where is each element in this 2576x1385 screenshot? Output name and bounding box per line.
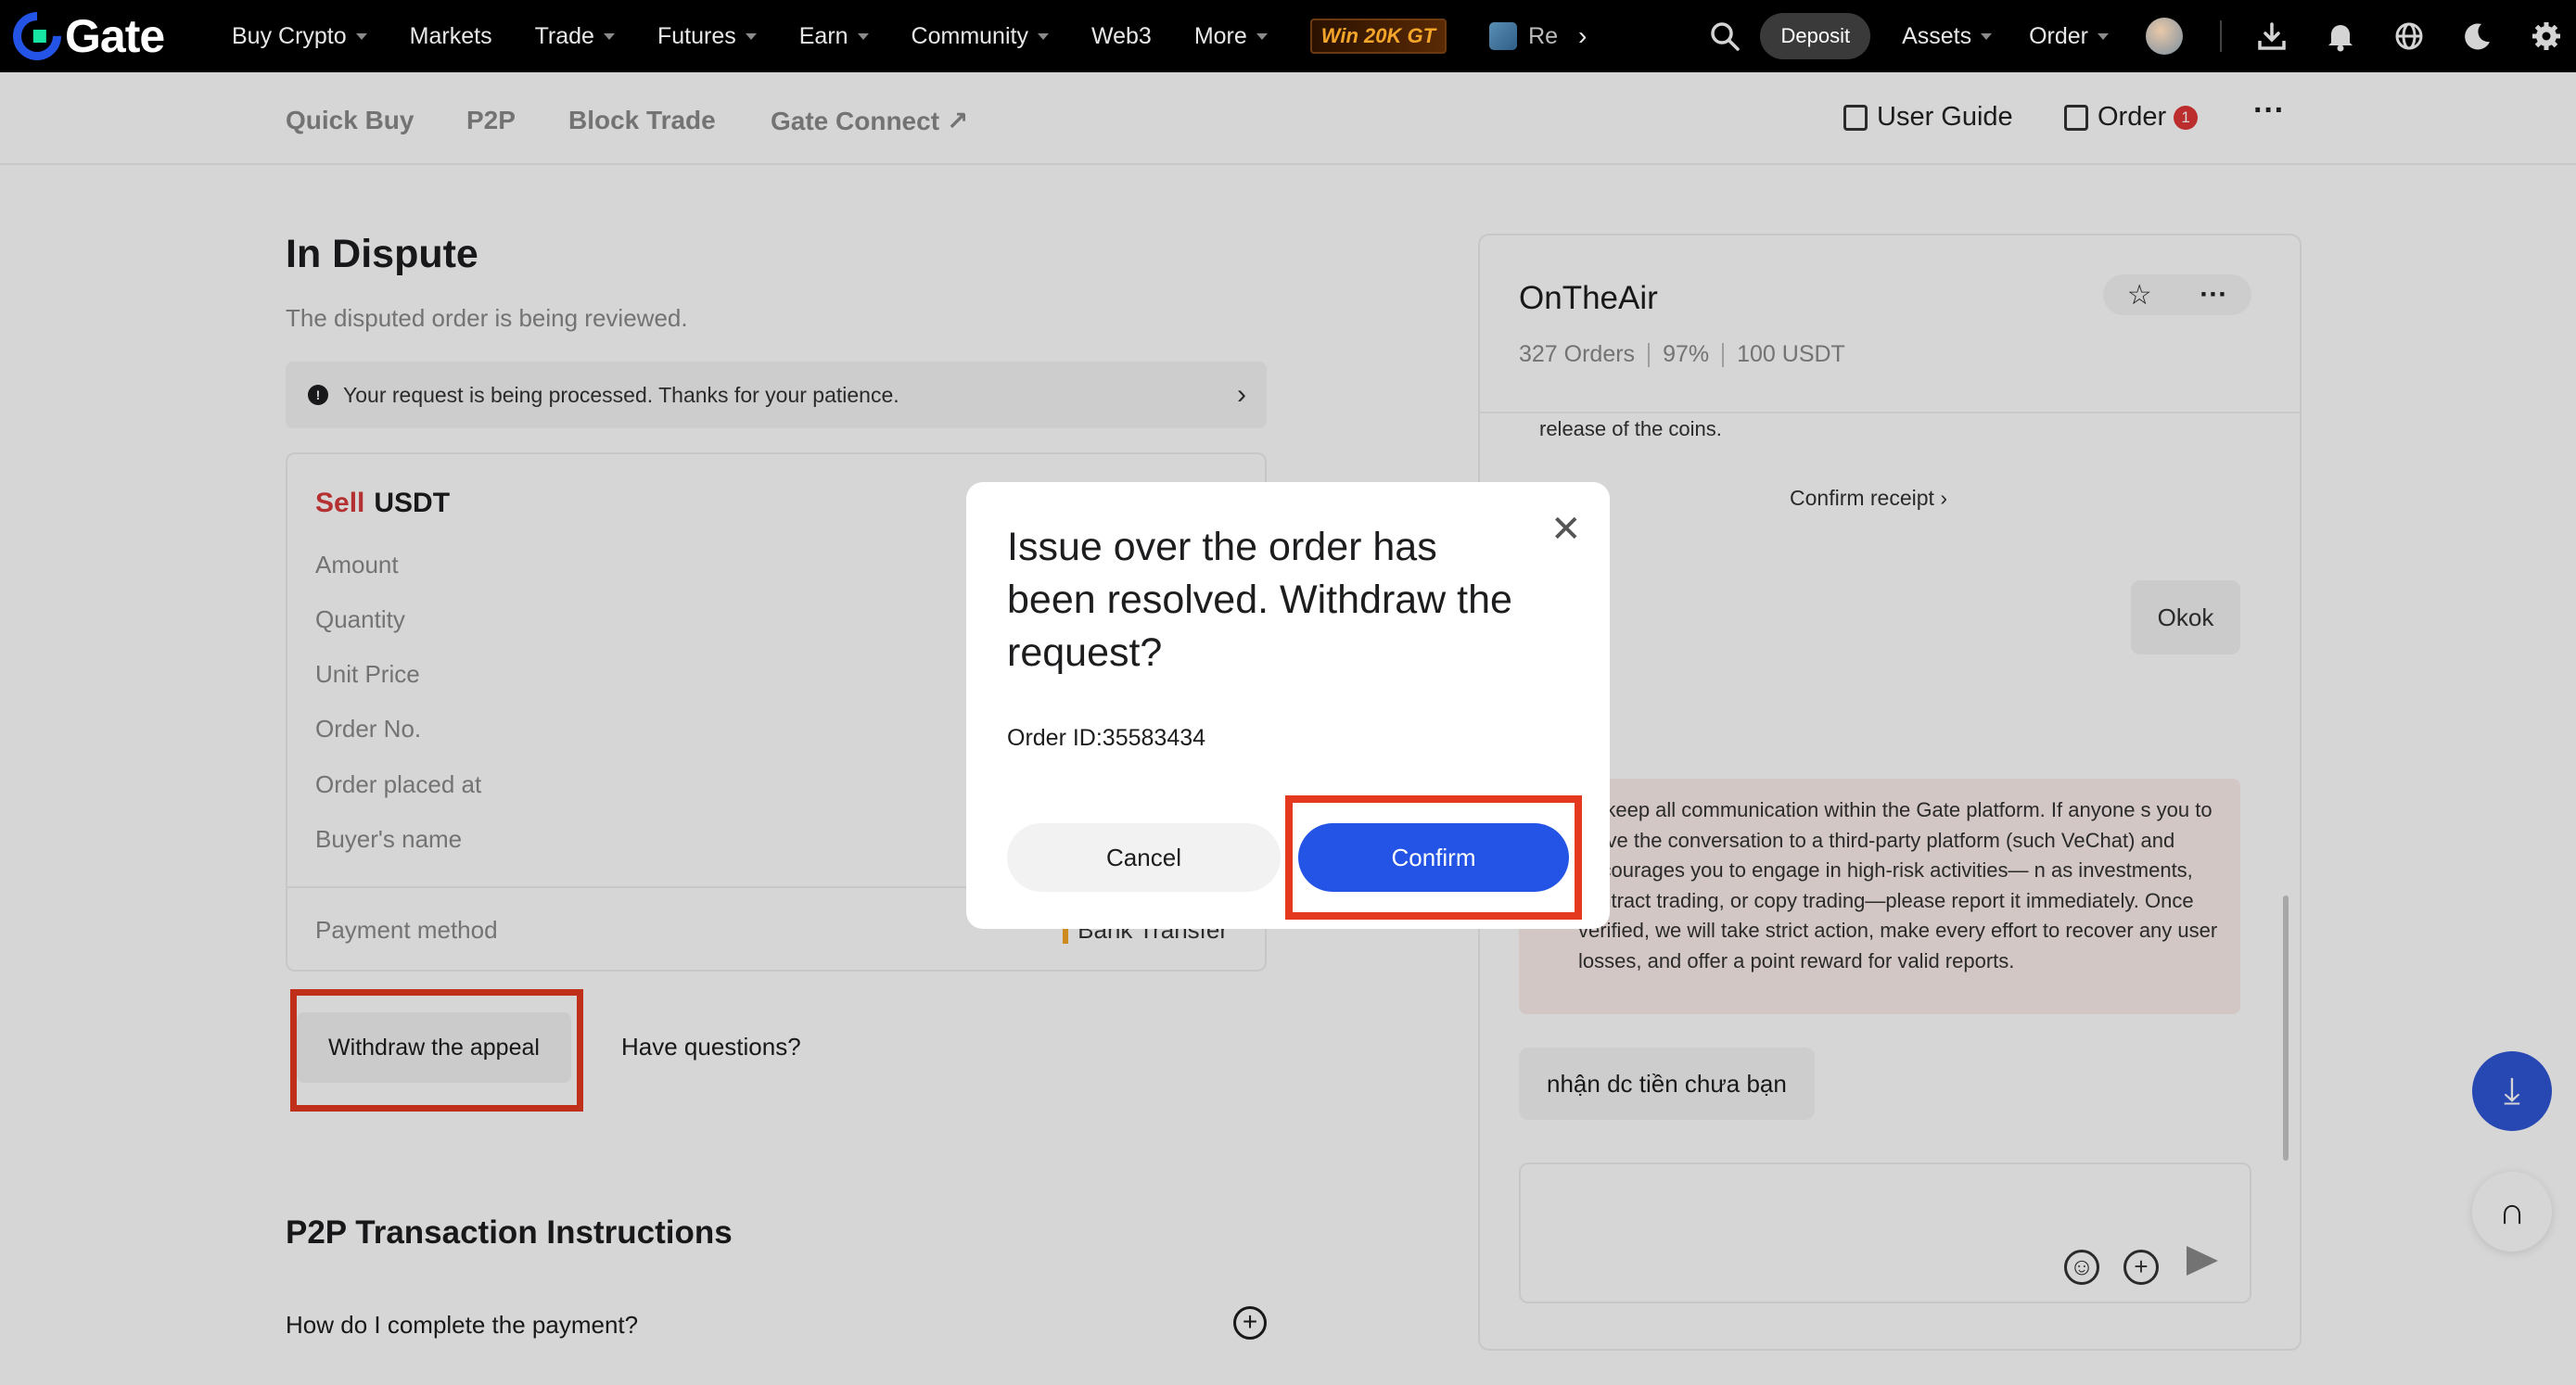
- caret-down-icon: [1981, 32, 1993, 40]
- nav-web3[interactable]: Web3: [1091, 23, 1152, 50]
- dialog-title: Issue over the order has been resolved. …: [1007, 525, 1512, 675]
- nav-right-group: Deposit Assets Order: [1706, 0, 2576, 72]
- moon-icon[interactable]: [2459, 18, 2496, 55]
- close-icon[interactable]: ✕: [1550, 508, 1582, 551]
- user-avatar[interactable]: [2146, 18, 2183, 55]
- gate-logo-mark-icon: [3, 2, 71, 70]
- nav-label: Buy Crypto: [232, 22, 347, 49]
- chevron-right-icon[interactable]: ›: [1578, 21, 1587, 51]
- nav-trade[interactable]: Trade: [535, 23, 615, 50]
- gear-icon[interactable]: [2528, 18, 2565, 55]
- nav-label: Re: [1528, 22, 1559, 49]
- download-icon[interactable]: [2253, 18, 2290, 55]
- nav-label: Markets: [409, 22, 492, 49]
- cancel-button[interactable]: Cancel: [1007, 823, 1281, 892]
- main-menu: Buy Crypto Markets Trade Futures Earn Co…: [232, 0, 1587, 72]
- nav-more[interactable]: More: [1194, 23, 1268, 50]
- promo-banner[interactable]: Win 20K GT: [1309, 19, 1447, 54]
- caret-down-icon: [745, 32, 757, 40]
- nav-order[interactable]: Order: [2029, 23, 2109, 50]
- nav-divider: [2220, 20, 2222, 52]
- globe-icon[interactable]: [2391, 18, 2428, 55]
- nav-assets[interactable]: Assets: [1902, 22, 1993, 50]
- caret-down-icon: [1256, 32, 1268, 40]
- nav-community[interactable]: Community: [912, 23, 1049, 50]
- search-icon[interactable]: [1706, 18, 1743, 55]
- nav-re-item[interactable]: Re: [1489, 22, 1558, 50]
- gate-logo[interactable]: Gate: [3, 2, 165, 70]
- nav-markets[interactable]: Markets: [410, 23, 492, 50]
- nav-earn[interactable]: Earn: [799, 23, 869, 50]
- nav-label: Assets: [1902, 22, 1972, 49]
- nav-label: Community: [911, 22, 1028, 49]
- nav-futures[interactable]: Futures: [657, 23, 757, 50]
- caret-down-icon: [355, 32, 367, 40]
- nav-label: Earn: [798, 22, 848, 49]
- nav-buy-crypto[interactable]: Buy Crypto: [232, 23, 367, 50]
- top-navigation-bar: Gate Buy Crypto Markets Trade Futures Ea…: [0, 0, 2576, 72]
- highlight-box-confirm: [1285, 795, 1582, 920]
- cube-icon: [1489, 22, 1518, 50]
- gate-logo-wordmark: Gate: [65, 10, 165, 62]
- bell-icon[interactable]: [2322, 18, 2359, 55]
- nav-label: Trade: [534, 22, 594, 49]
- nav-label: More: [1193, 22, 1247, 49]
- nav-label: Order: [2029, 22, 2088, 49]
- deposit-button[interactable]: Deposit: [1760, 13, 1871, 59]
- caret-down-icon: [603, 32, 615, 40]
- nav-label: Web3: [1090, 22, 1152, 49]
- dialog-order-id: Order ID:35583434: [1007, 725, 1206, 751]
- caret-down-icon: [2098, 32, 2109, 40]
- caret-down-icon: [857, 32, 869, 40]
- caret-down-icon: [1037, 32, 1049, 40]
- nav-label: Futures: [657, 22, 736, 49]
